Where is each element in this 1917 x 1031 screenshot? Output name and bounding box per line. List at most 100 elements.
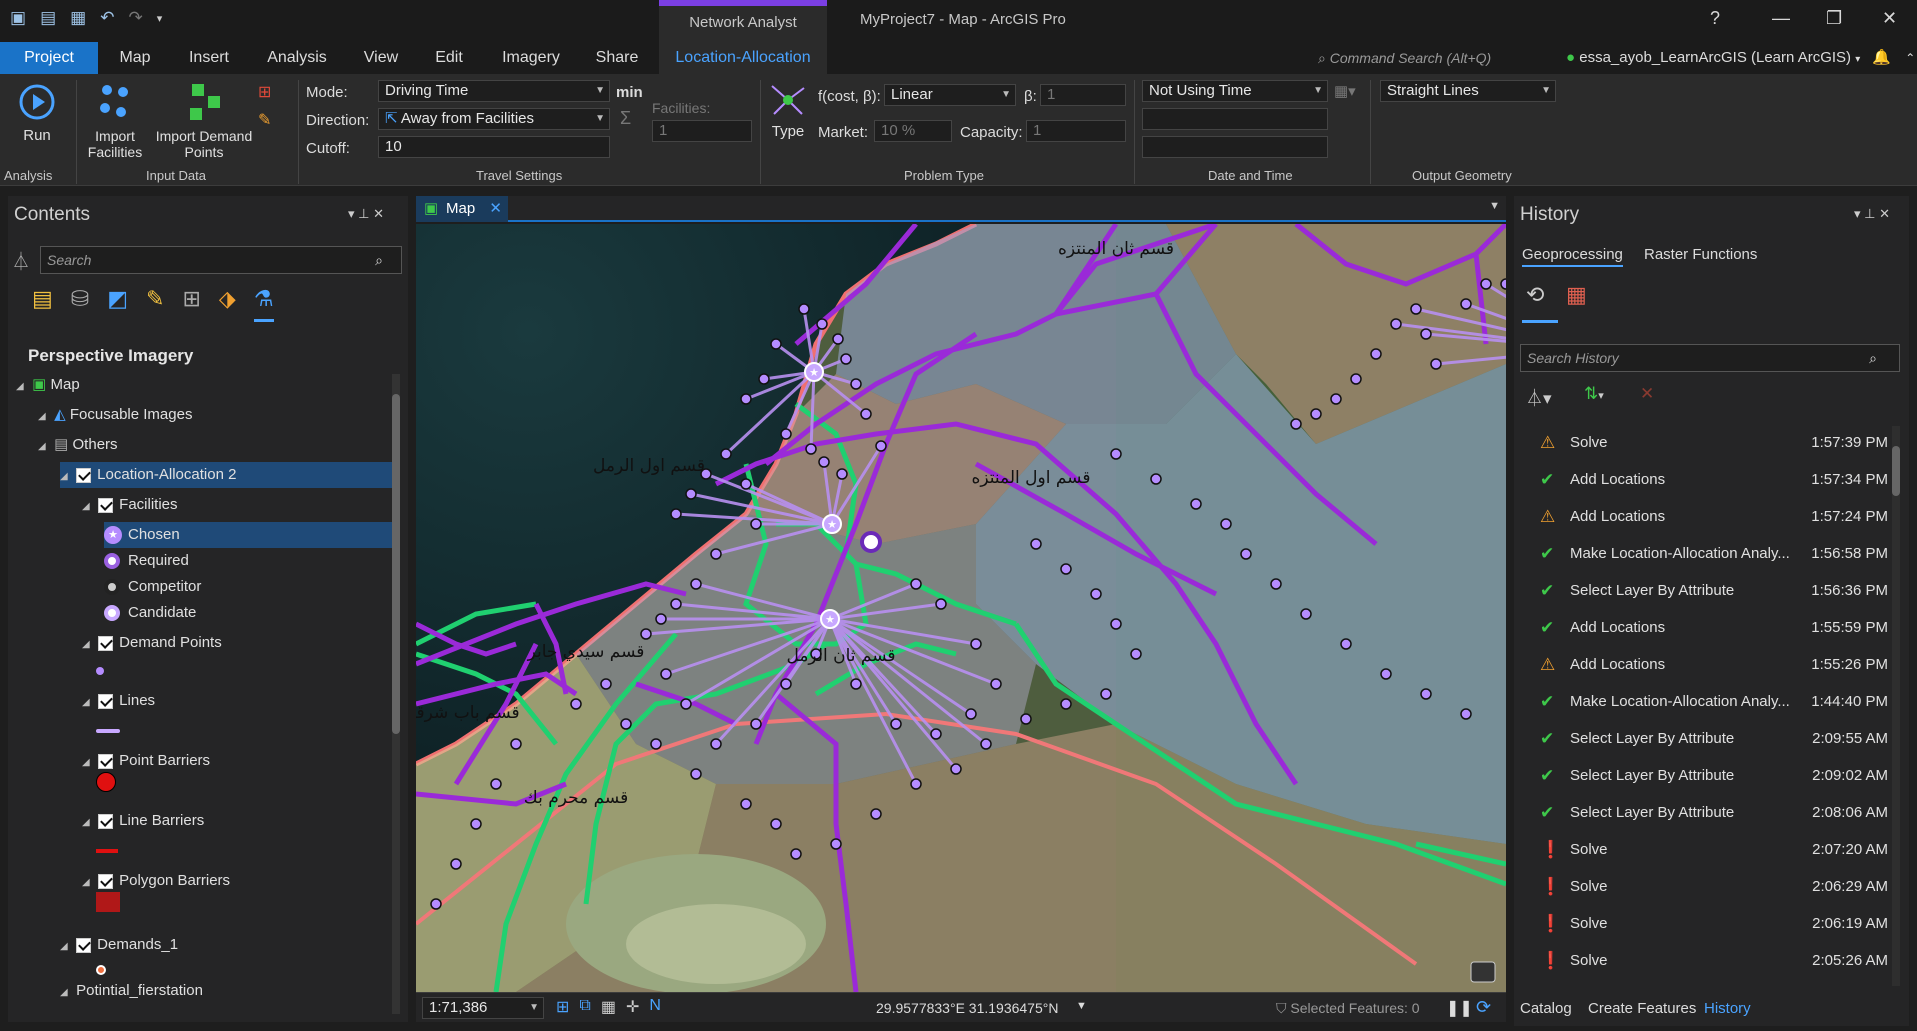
layer-row-map[interactable]: ◢ ▣ Map [16,372,392,398]
expand-toggle-icon[interactable]: ◢ [60,934,72,960]
visibility-checkbox[interactable] [76,937,92,953]
close-button[interactable]: ✕ [1882,8,1897,29]
contents-scrollbar[interactable] [392,374,400,1014]
visibility-checkbox[interactable] [98,693,114,709]
expand-toggle-icon[interactable]: ◢ [82,750,94,776]
tab-create-features[interactable]: Create Features [1588,1000,1696,1017]
layer-row-polygon-barriers[interactable]: ◢ Polygon Barriers [82,868,392,894]
calendar-icon[interactable]: ▦▾ [1334,82,1356,100]
tab-edit[interactable]: Edit [425,42,473,74]
output-geometry-dropdown[interactable]: Straight Lines ▼ [1380,80,1556,102]
expand-toggle-icon[interactable]: ◢ [60,980,72,1006]
user-account[interactable]: ● essa_ayob_LearnArcGIS (Learn ArcGIS) ▾… [1566,46,1915,72]
history-row[interactable]: ❗ Solve 2:05:26 AM [1520,942,1900,979]
history-row[interactable]: ⚠ Add Locations 1:55:26 PM [1520,646,1900,683]
pane-options-icon[interactable]: ▾ ⊥ ✕ [1854,206,1890,222]
history-row[interactable]: ✔ Select Layer By Attribute 1:56:36 PM [1520,572,1900,609]
beta-input[interactable]: 1 [1040,84,1126,106]
snapping-icon[interactable]: ✛ [626,997,639,1017]
tab-map-view[interactable]: ▣ Map ✕ [416,196,508,222]
customize-toolbar-icon[interactable]: ▾ [157,12,163,25]
layer-row-lines[interactable]: ◢ Lines [82,688,392,714]
history-row[interactable]: ✔ Make Location-Allocation Analy... 1:56:5… [1520,535,1900,572]
history-row[interactable]: ✔ Select Layer By Attribute 2:09:02 AM [1520,757,1900,794]
filter-icon[interactable]: ⏃ [12,248,30,274]
layer-row-others[interactable]: ◢ ▤ Others [38,432,392,458]
expand-toggle-icon[interactable]: ◢ [82,810,94,836]
close-icon[interactable]: ✕ [489,196,502,222]
tab-project[interactable]: Project [0,42,98,74]
draw-order-icon[interactable]: ▤ [32,286,53,322]
selection-icon[interactable]: ◩ [107,286,128,322]
visibility-checkbox[interactable] [98,635,114,651]
history-row[interactable]: ✔ Make Location-Allocation Analy... 1:44:4… [1520,683,1900,720]
tab-share[interactable]: Share [590,42,644,74]
barriers-icon[interactable]: ⊞ [258,82,271,102]
layer-row-focusable-images[interactable]: ◢ ◭ Focusable Images [38,402,392,428]
notifications-icon[interactable] [1470,961,1496,983]
layer-row-required[interactable]: Required [104,548,392,574]
fcost-dropdown[interactable]: Linear ▼ [884,84,1016,106]
import-demand-points-button[interactable]: Import Demand Points [150,80,258,160]
layer-row-demand-points[interactable]: ◢ Demand Points [82,630,392,656]
expand-toggle-icon[interactable]: ◢ [82,632,94,658]
notification-icon[interactable]: 🔔 [1872,49,1891,66]
labeling-icon[interactable]: ⬗ [219,286,236,322]
expand-toggle-icon[interactable]: ◢ [38,404,50,430]
tab-insert[interactable]: Insert [180,42,238,74]
selected-features-count[interactable]: ⛉ Selected Features: 0 [1276,1000,1420,1017]
visibility-checkbox[interactable] [98,873,114,889]
history-row[interactable]: ❗ Solve 2:06:29 AM [1520,868,1900,905]
history-row[interactable]: ✔ Add Locations 1:57:34 PM [1520,461,1900,498]
history-row[interactable]: ✔ Select Layer By Attribute 2:09:55 AM [1520,720,1900,757]
command-search-input[interactable]: ⌕ Command Search (Alt+Q) [1310,46,1565,70]
redo-icon[interactable]: ↷ [128,8,142,28]
history-row[interactable]: ✔ Select Layer By Attribute 2:08:06 AM [1520,794,1900,831]
tab-geoprocessing[interactable]: Geoprocessing [1522,246,1623,267]
history-row[interactable]: ❗ Solve 2:07:20 AM [1520,831,1900,868]
tab-view[interactable]: View [354,42,408,74]
maximize-button[interactable]: ❐ [1826,8,1842,29]
layer-row-point-barriers[interactable]: ◢ Point Barriers [82,748,392,774]
history-row[interactable]: ⚠ Add Locations 1:57:24 PM [1520,498,1900,535]
tab-location-allocation[interactable]: Location-Allocation [659,42,827,74]
market-input[interactable]: 10 % [874,120,952,142]
open-project-icon[interactable]: ▤ [40,8,56,28]
fixed-zoom-icon[interactable]: ⊞ [556,997,569,1017]
expand-toggle-icon[interactable]: ◢ [82,494,94,520]
expand-toggle-icon[interactable]: ◢ [60,464,72,490]
filter-icon[interactable]: ⏃▾ [1526,384,1552,409]
layer-row-location-allocation-2[interactable]: ◢ Location-Allocation 2 [60,462,392,488]
expand-toggle-icon[interactable]: ◢ [16,374,28,400]
perspective-imagery-icon[interactable]: ⚗ [253,286,274,322]
history-search-input[interactable]: Search History ⌕ [1520,344,1900,372]
visibility-checkbox[interactable] [76,467,92,483]
tab-catalog[interactable]: Catalog [1520,1000,1572,1017]
visibility-checkbox[interactable] [98,497,114,513]
expand-toggle-icon[interactable]: ◢ [82,690,94,716]
snapping-icon[interactable]: ⊞ [182,286,200,322]
mode-dropdown[interactable]: Driving Time ▼ [378,80,610,102]
chevron-down-icon[interactable]: ▼ [1489,200,1500,212]
layer-row-line-barriers[interactable]: ◢ Line Barriers [82,808,392,834]
contents-search-input[interactable]: Search ⌕ [40,246,402,274]
pane-options-icon[interactable]: ▾ ⊥ ✕ [348,206,384,222]
layer-row-facilities[interactable]: ◢ Facilities [82,492,392,518]
layer-row-chosen[interactable]: ★ Chosen [104,522,392,548]
expand-toggle-icon[interactable]: ◢ [82,870,94,896]
tab-raster-functions[interactable]: Raster Functions [1644,246,1757,263]
collapse-ribbon-icon[interactable]: ⌃ [1905,51,1915,65]
capacity-input[interactable]: 1 [1026,120,1126,142]
tab-analysis[interactable]: Analysis [260,42,334,74]
table-icon[interactable]: ▦ [601,997,616,1017]
import-facilities-button[interactable]: Import Facilities [84,80,146,160]
calendar-icon[interactable]: ▦ [1566,282,1587,308]
tab-history[interactable]: History [1704,1000,1751,1017]
map-view[interactable]: ★★★★ قسم ثان المنتزه قسم اول الرمل قسم ا… [416,224,1506,992]
edit-attributes-icon[interactable]: ✎ [258,110,271,130]
expand-toggle-icon[interactable]: ◢ [38,434,50,460]
history-row[interactable]: ⚠ Solve 1:57:39 PM [1520,424,1900,461]
editing-icon[interactable]: ✎ [146,286,164,322]
pause-drawing-icon[interactable]: ❚❚ [1446,998,1473,1018]
help-button[interactable]: ? [1710,8,1720,29]
